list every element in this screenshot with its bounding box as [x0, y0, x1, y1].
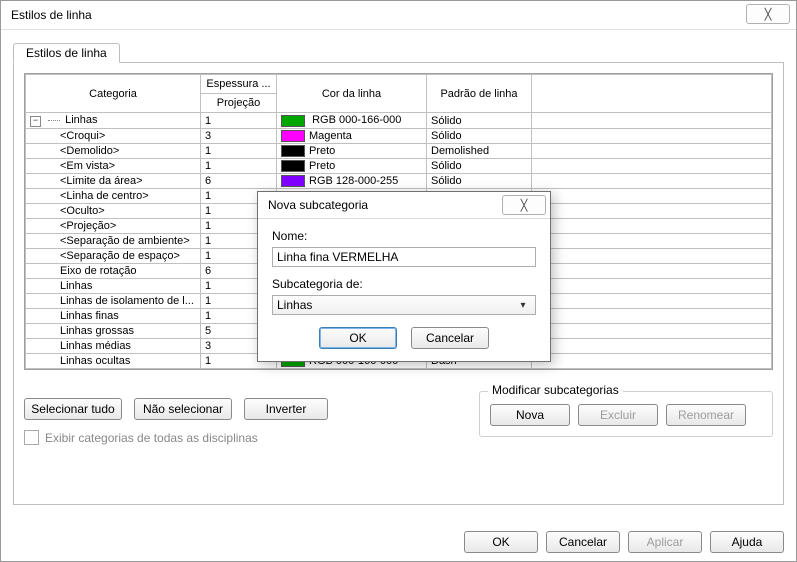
row-pattern[interactable]: Sólido	[427, 113, 532, 129]
name-input[interactable]	[272, 247, 536, 267]
row-color[interactable]: Magenta	[277, 129, 427, 144]
row-label[interactable]: <Em vista>	[26, 159, 201, 174]
new-subcategory-dialog: Nova subcategoria ╳ Nome: Subcategoria d…	[257, 191, 551, 362]
row-label[interactable]: Linhas médias	[26, 339, 201, 354]
row-color[interactable]: Preto	[277, 144, 427, 159]
row-label[interactable]: <Demolido>	[26, 144, 201, 159]
table-row[interactable]: <Em vista>1PretoSólido	[26, 159, 772, 174]
close-icon[interactable]: ╳	[746, 4, 790, 24]
color-swatch	[281, 160, 305, 172]
row-label[interactable]: Eixo de rotação	[26, 264, 201, 279]
new-subcat-button[interactable]: Nova	[490, 404, 570, 426]
window-title: Estilos de linha	[11, 8, 92, 22]
table-row[interactable]: <Demolido>1PretoDemolished	[26, 144, 772, 159]
color-swatch	[281, 145, 305, 157]
select-none-button[interactable]: Não selecionar	[134, 398, 232, 420]
row-pattern[interactable]: Sólido	[427, 129, 532, 144]
dialog-ok-button[interactable]: OK	[319, 327, 397, 349]
chevron-down-icon: ▾	[515, 300, 531, 311]
invert-button[interactable]: Inverter	[244, 398, 328, 420]
row-weight[interactable]: 1	[201, 113, 277, 129]
row-weight[interactable]: 6	[201, 174, 277, 189]
tab-estilos[interactable]: Estilos de linha	[13, 43, 120, 63]
root-row[interactable]: − Linhas 1 RGB 000-166-000 Sólido	[26, 113, 772, 129]
color-swatch	[281, 130, 305, 142]
modify-subcategories-group: Modificar subcategorias Nova Excluir Ren…	[479, 391, 773, 437]
rename-subcat-button: Renomear	[666, 404, 746, 426]
color-swatch	[281, 115, 305, 127]
row-label[interactable]: Linhas ocultas	[26, 354, 201, 369]
row-label[interactable]: <Croqui>	[26, 129, 201, 144]
row-label[interactable]: <Separação de espaço>	[26, 249, 201, 264]
ok-button[interactable]: OK	[464, 531, 538, 553]
col-cor[interactable]: Cor da linha	[277, 75, 427, 113]
titlebar: Estilos de linha ╳	[1, 1, 796, 30]
name-label: Nome:	[272, 229, 536, 243]
row-label[interactable]: <Projeção>	[26, 219, 201, 234]
col-espessura[interactable]: Espessura ...	[201, 75, 277, 94]
dialog-cancel-button[interactable]: Cancelar	[411, 327, 489, 349]
row-label[interactable]: Linhas grossas	[26, 324, 201, 339]
delete-subcat-button: Excluir	[578, 404, 658, 426]
row-color[interactable]: Preto	[277, 159, 427, 174]
row-pattern[interactable]: Demolished	[427, 144, 532, 159]
row-weight[interactable]: 3	[201, 129, 277, 144]
group-title: Modificar subcategorias	[488, 383, 623, 397]
all-disciplines-checkbox[interactable]	[24, 430, 39, 445]
row-pattern[interactable]: Sólido	[427, 174, 532, 189]
row-label[interactable]: <Linha de centro>	[26, 189, 201, 204]
dialog-title: Nova subcategoria	[268, 198, 368, 212]
tabstrip: Estilos de linha	[13, 40, 784, 63]
all-disciplines-label: Exibir categorias de todas as disciplina…	[45, 431, 258, 445]
row-label[interactable]: Linhas de isolamento de l...	[26, 294, 201, 309]
subcat-combo-value: Linhas	[277, 298, 312, 312]
apply-button: Aplicar	[628, 531, 702, 553]
row-label[interactable]: Linhas	[26, 279, 201, 294]
row-weight[interactable]: 1	[201, 144, 277, 159]
col-extra	[532, 75, 772, 113]
tree-collapse-icon[interactable]: −	[30, 116, 41, 127]
row-label[interactable]: Linhas finas	[26, 309, 201, 324]
table-row[interactable]: <Croqui>3MagentaSólido	[26, 129, 772, 144]
dialog-close-icon[interactable]: ╳	[502, 195, 546, 215]
col-padrao[interactable]: Padrão de linha	[427, 75, 532, 113]
row-color[interactable]: RGB 128-000-255	[277, 174, 427, 189]
row-pattern[interactable]: Sólido	[427, 159, 532, 174]
col-projecao[interactable]: Projeção	[201, 94, 277, 113]
subcat-label: Subcategoria de:	[272, 277, 536, 291]
row-label[interactable]: <Limite da área>	[26, 174, 201, 189]
subcat-combo[interactable]: Linhas ▾	[272, 295, 536, 315]
help-button[interactable]: Ajuda	[710, 531, 784, 553]
row-label[interactable]: <Separação de ambiente>	[26, 234, 201, 249]
row-label: Linhas	[65, 114, 97, 126]
select-all-button[interactable]: Selecionar tudo	[24, 398, 122, 420]
cancel-button[interactable]: Cancelar	[546, 531, 620, 553]
color-swatch	[281, 175, 305, 187]
row-label[interactable]: <Oculto>	[26, 204, 201, 219]
row-weight[interactable]: 1	[201, 159, 277, 174]
row-color[interactable]: RGB 000-166-000	[277, 113, 427, 129]
table-row[interactable]: <Limite da área>6RGB 128-000-255Sólido	[26, 174, 772, 189]
col-categoria[interactable]: Categoria	[26, 75, 201, 113]
